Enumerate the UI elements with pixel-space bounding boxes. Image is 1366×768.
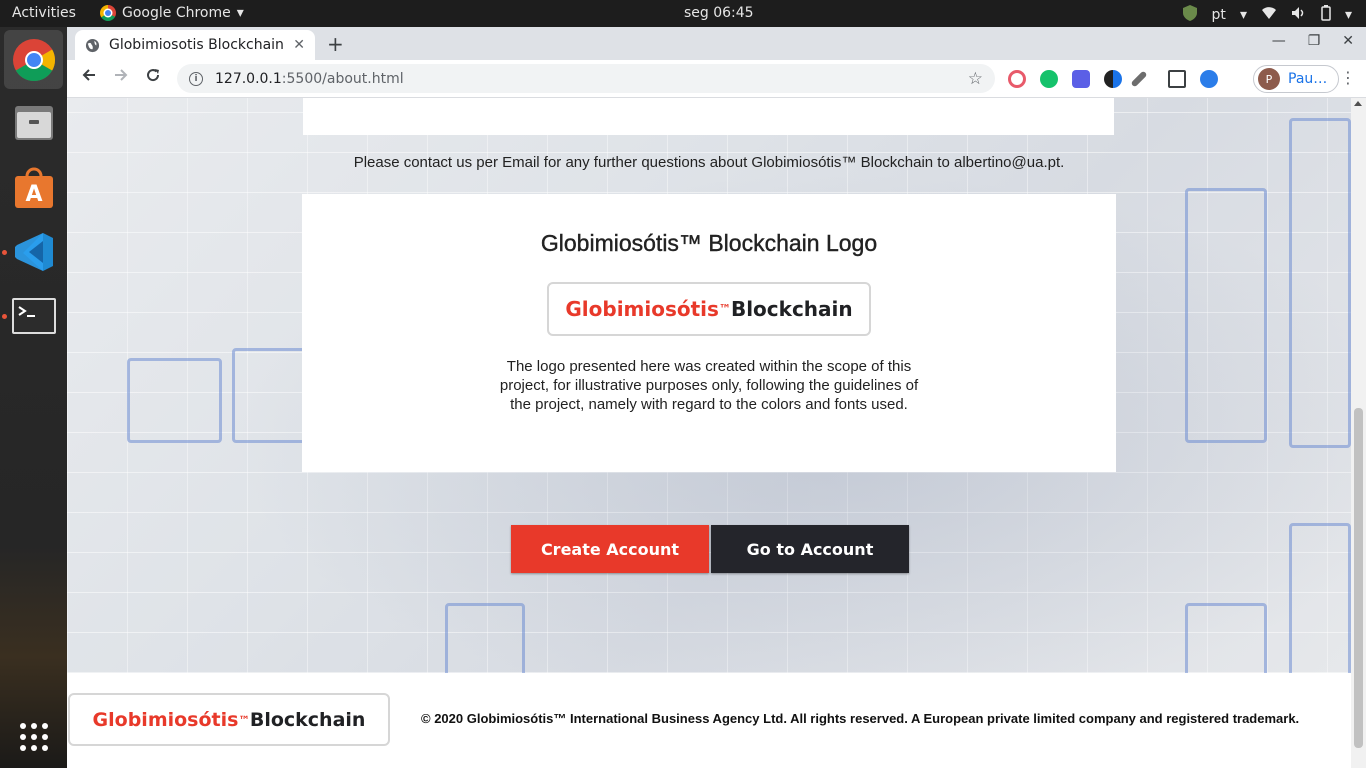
eyedropper-icon[interactable] <box>1130 70 1148 88</box>
background-decoration <box>1289 523 1351 683</box>
shield-icon[interactable] <box>1182 4 1198 26</box>
create-account-button[interactable]: Create Account <box>511 525 709 573</box>
info-icon[interactable]: i <box>189 71 203 86</box>
page-viewport: Please contact us per Email for any furt… <box>67 98 1366 768</box>
chevron-down-icon: ▾ <box>1239 7 1247 23</box>
app-menu[interactable]: Google Chrome ▾ <box>100 5 244 21</box>
scrollbar-thumb[interactable] <box>1354 408 1363 748</box>
profile-button[interactable]: P Pau… <box>1253 65 1339 93</box>
dock-software[interactable]: A <box>4 158 63 217</box>
activities-button[interactable]: Activities <box>12 5 76 21</box>
close-tab-icon[interactable]: ✕ <box>293 37 305 53</box>
svg-text:A: A <box>25 182 42 207</box>
app-grid-icon <box>19 722 48 751</box>
logo-section-title: Globimiosótis™ Blockchain Logo <box>540 230 878 256</box>
logo-trademark: ™ <box>238 712 250 727</box>
system-top-bar: Activities Google Chrome ▾ seg 06:45 pt … <box>0 0 1366 27</box>
logo-blockchain: Blockchain <box>249 708 366 731</box>
logo-brand-name: Globimiosótis <box>565 297 719 321</box>
clock[interactable]: seg 06:45 <box>684 5 754 21</box>
kebab-menu-icon[interactable]: ⋮ <box>1340 68 1356 87</box>
globe-icon <box>85 38 100 52</box>
forward-arrow-icon[interactable] <box>113 67 129 88</box>
logo-card: Globimiosótis™ Blockchain Logo Globimios… <box>302 194 1116 472</box>
avatar: P <box>1258 68 1280 90</box>
logo-description: The logo presented here was created with… <box>499 358 919 413</box>
extension-swirl-icon[interactable] <box>1008 70 1026 88</box>
chrome-icon <box>100 5 116 21</box>
video-icon[interactable] <box>1072 70 1090 88</box>
address-bar[interactable]: i 127.0.0.1:5500/about.html ☆ <box>177 64 995 93</box>
brand-logo: Globimiosótis ™ Blockchain <box>547 282 871 336</box>
chevron-down-icon: ▾ <box>236 5 244 21</box>
terminal-icon <box>11 297 56 334</box>
go-to-account-button[interactable]: Go to Account <box>711 525 909 573</box>
logo-blockchain: Blockchain <box>730 297 853 321</box>
extension-k-icon[interactable] <box>1104 70 1122 88</box>
background-decoration <box>1185 188 1267 443</box>
new-tab-button[interactable]: + <box>327 32 344 56</box>
window-controls: — ❐ ✕ <box>1272 33 1354 49</box>
dock: A <box>0 27 67 768</box>
profile-name: Pau… <box>1288 71 1328 87</box>
background-decoration <box>127 358 222 443</box>
tab-title: Globimiosotis Blockchain <box>109 37 284 53</box>
software-icon: A <box>14 167 53 208</box>
tab-strip: Globimiosotis Blockchain ✕ + — ❐ ✕ <box>67 27 1366 60</box>
minimize-icon[interactable]: — <box>1272 33 1286 49</box>
scroll-up-icon[interactable] <box>1354 101 1362 106</box>
hero-background: Please contact us per Email for any furt… <box>67 98 1351 683</box>
dock-app-grid[interactable] <box>4 707 63 766</box>
footer: Globimiosótis ™ Blockchain © 2020 Globimio… <box>67 673 1351 768</box>
close-window-icon[interactable]: ✕ <box>1342 33 1354 49</box>
extension-drop-icon[interactable] <box>1200 70 1218 88</box>
footer-logo[interactable]: Globimiosótis ™ Blockchain <box>68 693 390 746</box>
battery-icon[interactable] <box>1321 5 1331 25</box>
restore-icon[interactable]: ❐ <box>1308 33 1321 49</box>
files-icon <box>14 105 53 140</box>
background-decoration <box>1185 603 1267 683</box>
dock-chrome[interactable] <box>4 30 63 89</box>
screenshot-icon[interactable] <box>1168 70 1186 88</box>
reload-icon[interactable] <box>145 67 161 88</box>
logo-trademark: ™ <box>718 302 731 316</box>
browser-window: Globimiosotis Blockchain ✕ + — ❐ ✕ i 127… <box>67 27 1366 768</box>
app-menu-label: Google Chrome <box>122 5 231 21</box>
url-path: :5500/about.html <box>281 70 404 87</box>
chrome-icon <box>12 38 55 81</box>
copyright-text: © 2020 Globimiosótis™ International Busi… <box>421 711 1300 726</box>
grammarly-icon[interactable] <box>1040 70 1058 88</box>
vscode-icon <box>14 232 53 271</box>
dock-vscode[interactable] <box>4 222 63 281</box>
logo-brand-name: Globimiosótis <box>92 708 239 731</box>
bookmark-star-icon[interactable]: ☆ <box>968 69 983 89</box>
contact-text: Please contact us per Email for any furt… <box>353 154 1065 171</box>
background-decoration <box>232 348 307 443</box>
content-card-top <box>303 98 1114 135</box>
back-arrow-icon[interactable] <box>81 67 97 88</box>
volume-icon[interactable] <box>1291 6 1307 24</box>
language-indicator[interactable]: pt <box>1212 7 1226 23</box>
browser-toolbar: i 127.0.0.1:5500/about.html ☆ P Pau… ⋮ <box>67 60 1366 98</box>
page-scrollbar[interactable] <box>1351 98 1366 768</box>
chevron-down-icon: ▾ <box>1344 7 1352 23</box>
browser-tab[interactable]: Globimiosotis Blockchain ✕ <box>75 30 315 60</box>
background-decoration <box>445 603 525 683</box>
wifi-icon[interactable] <box>1261 6 1277 24</box>
dock-terminal[interactable] <box>4 286 63 345</box>
system-tray[interactable]: pt ▾ ▾ <box>1182 4 1352 26</box>
url-host: 127.0.0.1 <box>215 70 282 87</box>
dock-files[interactable] <box>4 93 63 152</box>
